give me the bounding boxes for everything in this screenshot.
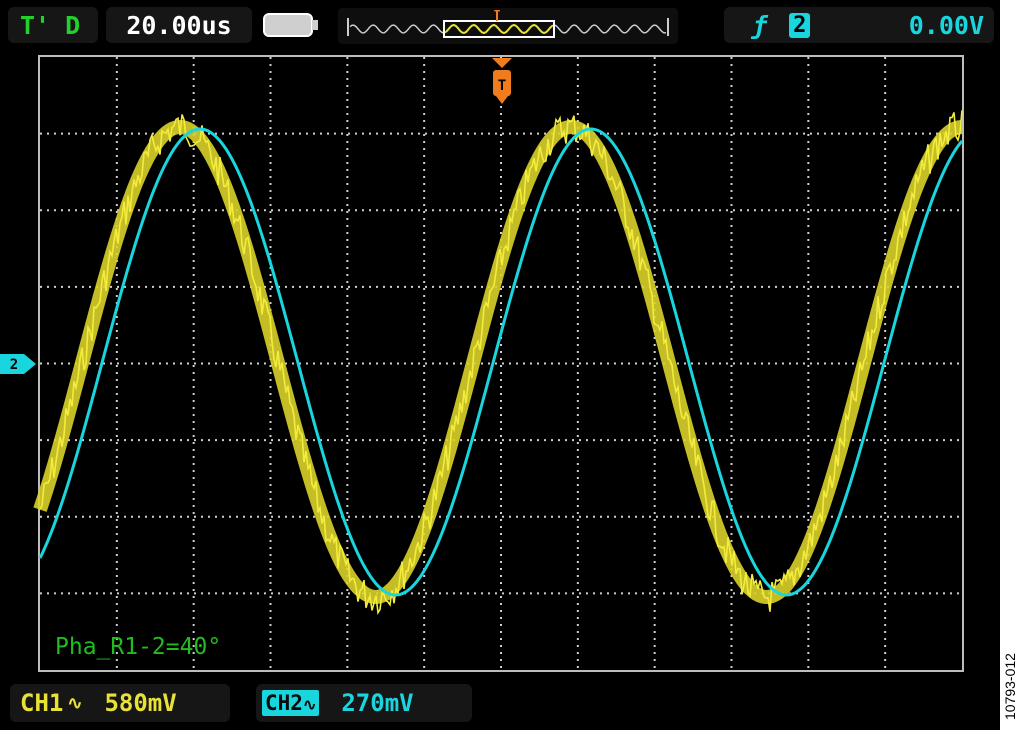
svg-text:2: 2 [10,357,18,373]
ch2-settings[interactable]: CH2∿ 270mV [256,684,472,722]
ac-coupling-icon: ∿ [302,695,317,714]
graticule-dots [40,57,959,668]
ch1-waveform-noise [39,110,963,616]
figure-code: 10793-012 [1002,653,1018,720]
svg-text:T: T [498,78,506,94]
ch2-level-marker[interactable]: 2 [0,352,40,376]
ac-coupling-icon: ∿ [67,692,83,714]
ch1-volts-div: 580mV [104,689,177,717]
ch2-label: CH2∿ [262,690,320,716]
oscilloscope-screen: T' D 20.00us T ƒ 2 0.00V T 2 Pha_R1-2=40… [0,0,1000,730]
ch1-label: CH1 [20,689,64,717]
ch2-volts-div: 270mV [341,689,414,717]
waveform-area [33,57,967,668]
ch1-settings[interactable]: CH1 ∿ 580mV [10,684,230,722]
trigger-position-marker[interactable]: T [490,56,514,106]
phase-measurement: Pha_R1-2=40° [55,634,222,660]
